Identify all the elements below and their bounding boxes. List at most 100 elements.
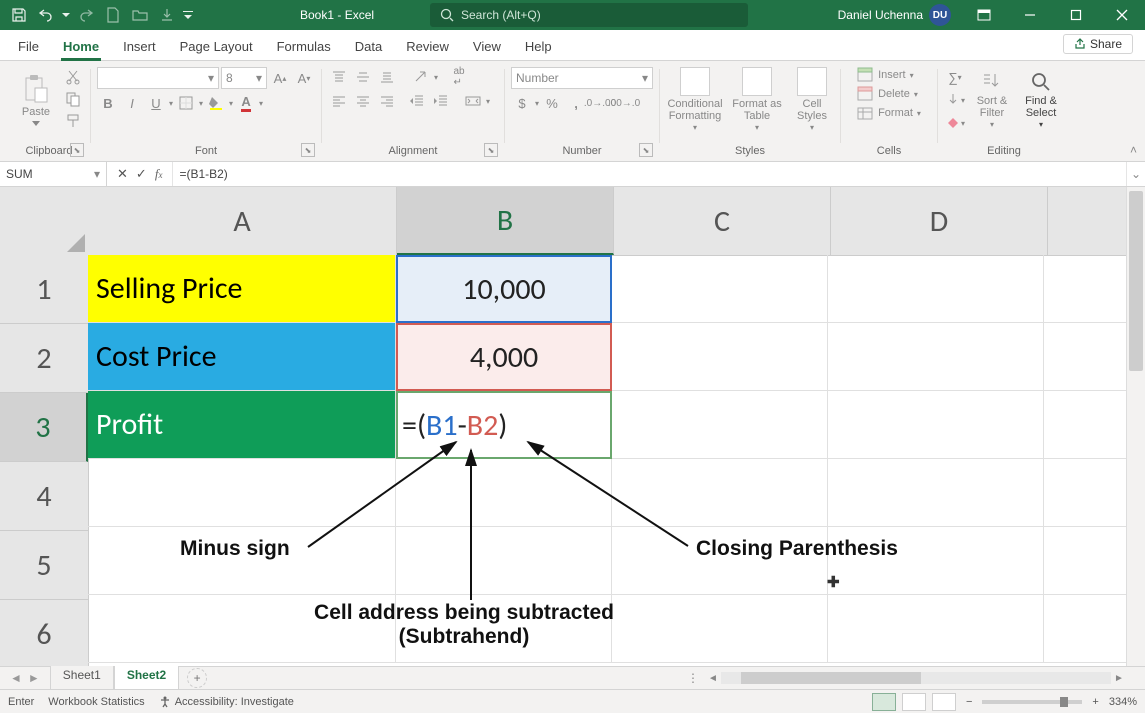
cell-d6[interactable] <box>828 595 1044 663</box>
tab-insert[interactable]: Insert <box>121 34 158 60</box>
zoom-level[interactable]: 334% <box>1109 696 1137 708</box>
cell-b4[interactable] <box>396 459 612 527</box>
font-color-icon[interactable]: A <box>235 93 257 113</box>
align-bottom-icon[interactable] <box>376 67 398 87</box>
tab-page-layout[interactable]: Page Layout <box>178 34 255 60</box>
row-header-5[interactable]: 5 <box>0 531 88 600</box>
cell-c2[interactable] <box>612 323 828 391</box>
sheet-tab-sheet1[interactable]: Sheet1 <box>50 666 114 691</box>
cell-a3[interactable]: Profit <box>88 391 396 459</box>
name-box[interactable]: SUM▾ <box>0 162 107 186</box>
zoom-out-icon[interactable]: − <box>962 696 976 708</box>
copy-icon[interactable] <box>62 89 84 109</box>
collapse-ribbon-icon[interactable]: ˄ <box>1130 143 1137 157</box>
tab-review[interactable]: Review <box>404 34 451 60</box>
accounting-format-icon[interactable]: $ <box>511 93 533 113</box>
accessibility-button[interactable]: Accessibility: Investigate <box>159 696 294 708</box>
font-size-combo[interactable]: 8▾ <box>221 67 267 89</box>
row-header-3[interactable]: 3 <box>0 393 88 462</box>
cell-c4[interactable] <box>612 459 828 527</box>
col-header-b[interactable]: B <box>397 187 614 255</box>
qat-customize-icon[interactable] <box>181 2 195 28</box>
borders-icon[interactable] <box>175 93 197 113</box>
autosum-icon[interactable]: ∑ ▾ <box>944 67 966 87</box>
format-cells-button[interactable]: Format ▾ <box>857 105 921 121</box>
row-header-1[interactable]: 1 <box>0 255 88 324</box>
row-header-6[interactable]: 6 <box>0 600 88 666</box>
align-center-icon[interactable] <box>352 91 374 111</box>
tab-file[interactable]: File <box>16 34 41 60</box>
wrap-text-icon[interactable]: ab↵ <box>448 67 470 87</box>
fill-icon[interactable]: ▾ <box>944 90 966 110</box>
merge-center-icon[interactable] <box>462 91 484 111</box>
underline-button[interactable]: U <box>145 93 167 113</box>
font-launcher-icon[interactable]: ⬊ <box>301 143 315 157</box>
enter-formula-icon[interactable]: ✓ <box>136 166 147 182</box>
delete-cells-button[interactable]: Delete ▾ <box>857 86 921 102</box>
close-icon[interactable] <box>1099 0 1145 30</box>
sheet-nav-next-icon[interactable]: ► <box>28 671 40 685</box>
touch-mode-icon[interactable] <box>154 2 180 28</box>
vertical-scrollbar[interactable] <box>1126 187 1145 666</box>
page-break-view-icon[interactable] <box>932 693 956 711</box>
cell-a2[interactable]: Cost Price <box>88 323 396 391</box>
minimize-icon[interactable] <box>1007 0 1053 30</box>
cell-c1[interactable] <box>612 255 828 323</box>
font-name-combo[interactable]: ▾ <box>97 67 219 89</box>
align-middle-icon[interactable] <box>352 67 374 87</box>
zoom-in-icon[interactable]: + <box>1088 696 1102 708</box>
decrease-font-icon[interactable]: A▾ <box>293 68 315 88</box>
sheet-tab-sheet2[interactable]: Sheet2 <box>114 666 179 692</box>
cell-c3[interactable] <box>612 391 828 459</box>
alignment-launcher-icon[interactable]: ⬊ <box>484 143 498 157</box>
formula-input[interactable]: =(B1-B2) <box>172 162 1126 186</box>
align-left-icon[interactable] <box>328 91 350 111</box>
col-header-c[interactable]: C <box>614 187 831 255</box>
cell-styles-button[interactable]: Cell Styles▾ <box>790 67 834 133</box>
undo-dropdown-icon[interactable] <box>60 2 72 28</box>
insert-cells-button[interactable]: Insert ▾ <box>857 67 921 83</box>
select-all-corner[interactable] <box>0 187 89 256</box>
cell-a4[interactable] <box>88 459 396 527</box>
tab-data[interactable]: Data <box>353 34 384 60</box>
search-box[interactable]: Search (Alt+Q) <box>430 3 748 27</box>
sheet-nav-prev-icon[interactable]: ◄ <box>10 671 22 685</box>
decrease-decimal-icon[interactable]: .00→.0 <box>613 93 635 113</box>
clipboard-launcher-icon[interactable]: ⬊ <box>70 143 84 157</box>
cell-d1[interactable] <box>828 255 1044 323</box>
horizontal-scrollbar[interactable]: ⋮ ◄► <box>687 671 1127 685</box>
cut-icon[interactable] <box>62 67 84 87</box>
percent-format-icon[interactable]: % <box>541 93 563 113</box>
cell-b2[interactable]: 4,000 <box>396 323 612 391</box>
col-header-a[interactable]: A <box>88 187 397 255</box>
add-sheet-icon[interactable]: + <box>187 668 207 688</box>
sort-filter-button[interactable]: Sort & Filter▾ <box>970 67 1014 133</box>
insert-function-icon[interactable]: fx <box>155 166 163 182</box>
bold-button[interactable]: B <box>97 93 119 113</box>
format-painter-icon[interactable] <box>62 111 84 131</box>
worksheet-grid[interactable]: A B C D 1 2 3 4 5 6 Selling Price 10,000… <box>0 187 1145 666</box>
italic-button[interactable]: I <box>121 93 143 113</box>
normal-view-icon[interactable] <box>872 693 896 711</box>
share-button[interactable]: Share <box>1063 34 1133 54</box>
cell-a1[interactable]: Selling Price <box>88 255 396 323</box>
cell-d3[interactable] <box>828 391 1044 459</box>
workbook-stats-button[interactable]: Workbook Statistics <box>48 696 144 708</box>
paste-button[interactable]: Paste <box>14 67 58 133</box>
cell-b5[interactable] <box>396 527 612 595</box>
fill-color-icon[interactable] <box>205 93 227 113</box>
open-file-icon[interactable] <box>127 2 153 28</box>
number-launcher-icon[interactable]: ⬊ <box>639 143 653 157</box>
save-icon[interactable] <box>6 2 32 28</box>
row-header-4[interactable]: 4 <box>0 462 88 531</box>
cell-b1[interactable]: 10,000 <box>396 255 612 323</box>
expand-formula-bar-icon[interactable]: ⌄ <box>1126 162 1145 186</box>
decrease-indent-icon[interactable] <box>406 91 428 111</box>
maximize-icon[interactable] <box>1053 0 1099 30</box>
format-as-table-button[interactable]: Format as Table▾ <box>728 67 786 133</box>
align-top-icon[interactable] <box>328 67 350 87</box>
increase-font-icon[interactable]: A▴ <box>269 68 291 88</box>
zoom-slider[interactable] <box>982 700 1082 704</box>
number-format-combo[interactable]: Number▾ <box>511 67 653 89</box>
clear-icon[interactable]: ▾ <box>944 113 966 133</box>
